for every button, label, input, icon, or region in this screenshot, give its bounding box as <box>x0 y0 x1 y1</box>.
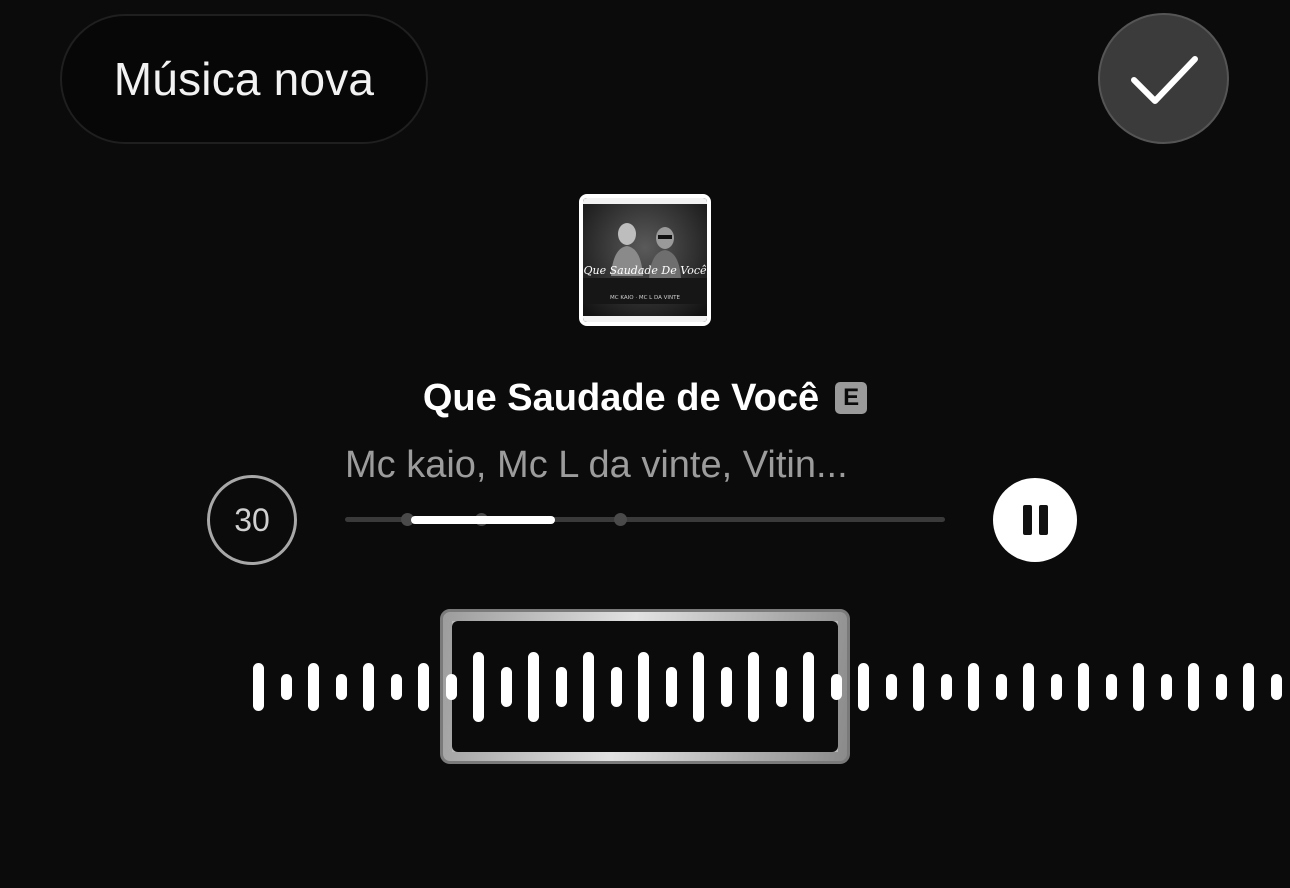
waveform-bar <box>858 663 869 711</box>
progress-marker <box>614 513 627 526</box>
explicit-badge: E <box>835 382 868 414</box>
waveform-bar <box>363 663 374 711</box>
waveform-bar <box>941 674 952 700</box>
waveform-bar <box>638 652 649 722</box>
waveform-bar <box>748 652 759 722</box>
waveform-bar <box>1106 674 1117 700</box>
clip-progress-fill <box>411 515 555 524</box>
waveform-bar <box>501 667 512 707</box>
waveform-bar <box>1243 663 1254 711</box>
waveform-bar <box>1271 674 1282 700</box>
track-artists: Mc kaio, Mc L da vinte, Vitin... <box>345 444 848 486</box>
waveform-bar <box>1161 674 1172 700</box>
album-art-credit: MC KAIO · MC L DA VINTE <box>610 295 680 301</box>
waveform-bar <box>776 667 787 707</box>
waveform-bar <box>391 674 402 700</box>
confirm-button[interactable] <box>1098 13 1229 144</box>
waveform-bar <box>1133 663 1144 711</box>
waveform-bar <box>253 663 264 711</box>
waveform-bar <box>1216 674 1227 700</box>
new-music-button[interactable]: Música nova <box>60 14 428 144</box>
waveform-bar <box>721 667 732 707</box>
waveform-bar <box>968 663 979 711</box>
waveform-bar <box>583 652 594 722</box>
waveform-bar <box>611 667 622 707</box>
waveform-bar <box>1023 663 1034 711</box>
waveform-bar <box>886 674 897 700</box>
waveform-bar <box>1188 663 1199 711</box>
waveform-bar <box>281 674 292 700</box>
checkmark-icon <box>1130 55 1198 104</box>
waveform-bar <box>803 652 814 722</box>
track-title: Que Saudade de Você <box>422 376 820 419</box>
track-title-row: Que Saudade de Você E <box>0 370 1290 426</box>
pause-icon <box>1022 505 1032 535</box>
waveform-bar <box>831 674 842 700</box>
waveform-bar <box>556 667 567 707</box>
album-art: Que Saudade De Você MC KAIO · MC L DA VI… <box>579 194 711 326</box>
audio-waveform[interactable] <box>0 600 1290 780</box>
waveform-bar <box>418 663 429 711</box>
waveform-bar <box>666 667 677 707</box>
waveform-bar <box>913 663 924 711</box>
clip-duration-button[interactable]: 30 <box>207 475 297 565</box>
waveform-bar <box>473 652 484 722</box>
pause-button[interactable] <box>993 478 1077 562</box>
waveform-bar <box>446 674 457 700</box>
pause-icon-bar <box>1038 505 1048 535</box>
clip-progress-track[interactable] <box>345 513 945 526</box>
waveform-bar <box>1051 674 1062 700</box>
waveform-bar <box>693 652 704 722</box>
waveform-bar <box>1078 663 1089 711</box>
waveform-bar <box>308 663 319 711</box>
album-art-title: Que Saudade De Você <box>584 264 707 277</box>
waveform-bar <box>996 674 1007 700</box>
new-music-label: Música nova <box>113 53 375 105</box>
waveform-bar <box>528 652 539 722</box>
clip-duration-value: 30 <box>234 501 270 538</box>
waveform-bar <box>336 674 347 700</box>
